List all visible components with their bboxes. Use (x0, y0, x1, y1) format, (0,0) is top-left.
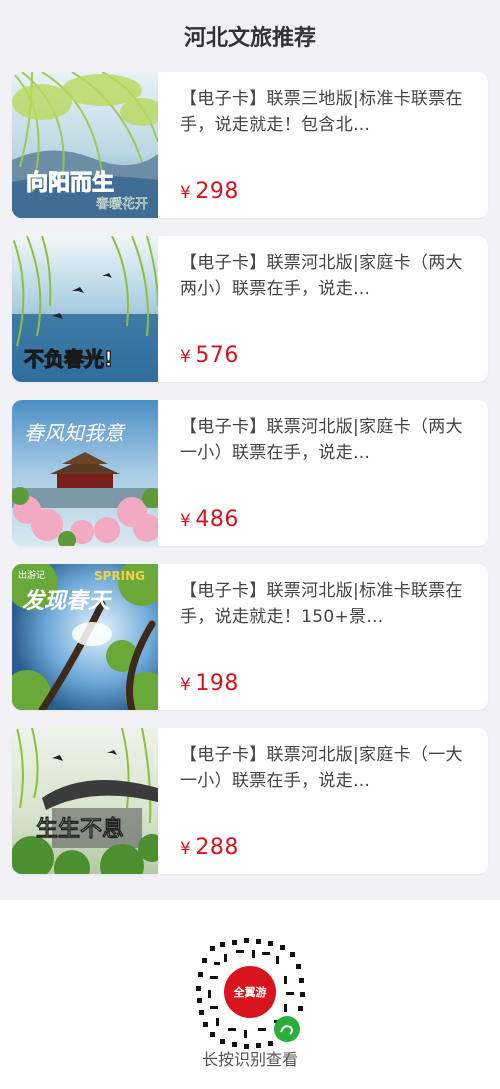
product-price: ¥576 (180, 343, 470, 368)
price-value: 288 (195, 835, 239, 860)
product-image: 不负春光! (12, 236, 158, 382)
page-header: 河北文旅推荐 (0, 0, 500, 72)
product-price: ¥288 (180, 835, 470, 860)
currency-symbol: ¥ (180, 675, 192, 695)
product-info: 【电子卡】联票河北版|家庭卡（两大两小）联票在手，说走… ¥576 (158, 236, 488, 382)
product-card[interactable]: 春风知我意 【电子卡】联票河北版|家庭卡（两大一小）联票在手，说走… ¥486 (12, 400, 488, 546)
product-image: 向阳而生 春暖花开 (12, 72, 158, 218)
product-image: 生生不息 (12, 728, 158, 874)
product-card[interactable]: 不负春光! 【电子卡】联票河北版|家庭卡（两大两小）联票在手，说走… ¥576 (12, 236, 488, 382)
product-info: 【电子卡】联票三地版|标准卡联票在手，说走就走！包含北… ¥298 (158, 72, 488, 218)
image-text-sub: 出游记 (18, 569, 45, 581)
product-price: ¥198 (180, 671, 470, 696)
image-text-main: 春风知我意 (24, 421, 126, 445)
product-title: 【电子卡】联票河北版|家庭卡（两大一小）联票在手，说走… (180, 417, 463, 463)
product-info: 【电子卡】联票河北版|标准卡联票在手，说走就走！150+景… ¥198 (158, 564, 488, 710)
image-text-main: 发现春天 (22, 588, 113, 614)
price-value: 486 (195, 507, 239, 532)
image-text-en: SPRING (94, 569, 145, 583)
long-press-hint: 长按识别查看 (201, 1050, 298, 1069)
page-title: 河北文旅推荐 (183, 26, 316, 51)
footer: 全翼游 长按识别查看 (0, 900, 500, 1089)
product-title: 【电子卡】联票河北版|家庭卡（两大两小）联票在手，说走… (180, 253, 463, 299)
mini-program-qr-code[interactable]: 全翼游 (190, 932, 310, 1052)
currency-symbol: ¥ (180, 839, 192, 859)
product-info: 【电子卡】联票河北版|家庭卡（两大一小）联票在手，说走… ¥486 (158, 400, 488, 546)
image-text-sub: 春暖花开 (96, 196, 148, 212)
product-card[interactable]: 出游记 SPRING 发现春天 【电子卡】联票河北版|标准卡联票在手，说走就走！… (12, 564, 488, 710)
product-image: 春风知我意 (12, 400, 158, 546)
qr-center-label: 全翼游 (233, 985, 267, 999)
price-value: 198 (195, 671, 239, 696)
product-title: 【电子卡】联票三地版|标准卡联票在手，说走就走！包含北… (180, 89, 463, 135)
product-list: 向阳而生 春暖花开 【电子卡】联票三地版|标准卡联票在手，说走就走！包含北… ¥… (0, 72, 500, 874)
product-title: 【电子卡】联票河北版|标准卡联票在手，说走就走！150+景… (180, 581, 463, 627)
currency-symbol: ¥ (180, 183, 192, 203)
product-card[interactable]: 向阳而生 春暖花开 【电子卡】联票三地版|标准卡联票在手，说走就走！包含北… ¥… (12, 72, 488, 218)
currency-symbol: ¥ (180, 511, 192, 531)
image-text-main: 生生不息 (36, 816, 124, 842)
product-info: 【电子卡】联票河北版|家庭卡（一大一小）联票在手，说走… ¥288 (158, 728, 488, 874)
product-price: ¥486 (180, 507, 470, 532)
currency-symbol: ¥ (180, 347, 192, 367)
product-title: 【电子卡】联票河北版|家庭卡（一大一小）联票在手，说走… (180, 745, 463, 791)
price-value: 576 (195, 343, 239, 368)
product-price: ¥298 (180, 179, 470, 204)
price-value: 298 (195, 179, 239, 204)
image-text-main: 不负春光! (24, 347, 113, 371)
product-image: 出游记 SPRING 发现春天 (12, 564, 158, 710)
image-text-main: 向阳而生 (26, 170, 114, 196)
product-card[interactable]: 生生不息 【电子卡】联票河北版|家庭卡（一大一小）联票在手，说走… ¥288 (12, 728, 488, 874)
